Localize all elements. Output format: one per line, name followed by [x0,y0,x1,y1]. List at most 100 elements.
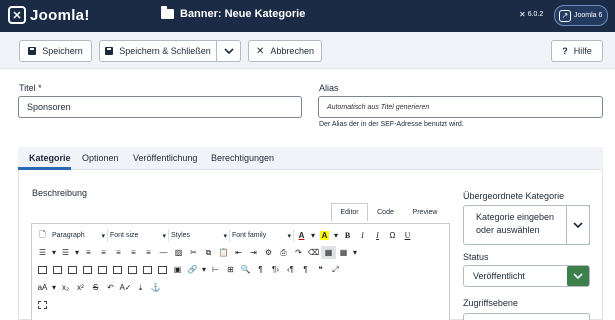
chevron-down-icon[interactable]: ▾ [73,246,81,259]
insert-template-icon[interactable]: ⤓ [133,281,148,294]
cut-icon[interactable]: ✂ [186,246,201,259]
rich-text-editor[interactable]: 🗋 Paragraph ▾ Font size ▾ Styles ▾ Font fam… [31,223,450,320]
horizontal-rule-icon[interactable]: — [156,246,171,259]
spellcheck-icon[interactable]: A✓ [118,281,133,294]
chevron-down-icon [573,272,583,279]
external-link-icon: ↗ [559,9,571,22]
media-icon[interactable]: ▣ [170,263,185,276]
align-center-icon[interactable]: ≡ [111,246,126,259]
top-header: ✕ Joomla! Banner: Neue Kategorie ✕ 6.0.2… [0,0,615,32]
access-level-select[interactable] [463,313,590,320]
editor-toolbar-row: ☰ ▾ ☰ ▾ ≡ ≡ ≡ ≡ ≡ — ▨ ✂ ⧉ 📋 ⇤ ⇥ ⚙ ⎙ ↷ ⌫ … [35,245,359,260]
settings-icon[interactable]: ⚙ [261,246,276,259]
paste-icon[interactable]: 📋 [216,246,231,259]
superscript-icon[interactable]: x² [73,281,88,294]
bold-icon[interactable]: B [340,229,355,242]
help-button[interactable]: ? Hilfe [551,40,603,62]
tab-kategorie[interactable]: Kategorie [29,153,71,163]
alias-input[interactable]: Automatisch aus Titel generieren [318,96,603,118]
save-close-button[interactable]: Speichern & Schließen [99,40,217,62]
font-size-select[interactable]: Font size ▾ [108,229,169,242]
align-right-icon[interactable]: ≡ [126,246,141,259]
align-left-icon[interactable]: ≡ [96,246,111,259]
italic-icon[interactable]: I [355,229,370,242]
status-dropdown-button[interactable] [567,266,589,286]
table-icon[interactable]: ▦ [336,246,351,259]
indent-icon[interactable]: ⇥ [246,246,261,259]
clear-format-icon[interactable]: I [370,229,385,242]
title-input[interactable]: Sponsoren [18,96,302,118]
chevron-down-icon[interactable]: ▾ [351,246,359,259]
cancel-button[interactable]: ✕ Abbrechen [248,40,322,62]
nonbreaking-icon[interactable]: ¶ [298,263,313,276]
joomla-field-icon[interactable] [80,263,95,276]
chevron-down-icon[interactable]: ▾ [50,281,58,294]
search-icon[interactable]: 🔍 [238,263,253,276]
joomla-fieldgroup-icon[interactable] [95,263,110,276]
copy-icon[interactable]: ⧉ [201,246,216,259]
joomla-image-icon[interactable] [35,263,50,276]
joomla-readmore-icon[interactable] [155,263,170,276]
clear-formatting-icon[interactable]: ⌫ [306,246,321,259]
parent-category-dropdown[interactable] [566,205,590,245]
save-button[interactable]: Speichern [19,40,92,62]
tab-optionen[interactable]: Optionen [82,153,119,163]
add-block-icon[interactable] [35,298,50,311]
bullet-list-icon[interactable]: ☰ [58,246,73,259]
joomla-logo[interactable]: ✕ Joomla! [8,6,90,24]
font-case-icon[interactable]: aA [35,281,50,294]
special-character-icon[interactable]: Ω [385,229,400,242]
save-options-dropdown[interactable] [216,40,241,62]
ltr-icon[interactable]: ¶› [268,263,283,276]
anchor-line-icon[interactable]: ⊢ [208,263,223,276]
preview-mode-tab[interactable]: Preview [405,203,445,221]
strikethrough-icon[interactable]: ≡ [81,246,96,259]
code-mode-tab[interactable]: Code [368,203,403,221]
background-color-icon[interactable]: A [317,229,332,242]
subscript-icon[interactable]: x₂ [58,281,73,294]
chevron-down-icon[interactable]: ▾ [332,229,340,242]
title-label: Titel * [19,83,42,93]
align-justify-icon[interactable]: ≡ [141,246,156,259]
numbered-list-icon[interactable]: ☰ [35,246,50,259]
redo-icon[interactable]: ↷ [291,246,306,259]
visual-blocks-icon[interactable]: ▦ [321,246,336,259]
styles-select[interactable]: Styles ▾ [169,229,230,242]
strike-icon[interactable]: S [88,281,103,294]
text-color-icon[interactable]: A [294,229,309,242]
joomla-article-icon[interactable] [50,263,65,276]
paragraph-select[interactable]: Paragraph ▾ [50,229,108,242]
fullscreen-icon[interactable]: ⤢ [328,263,343,276]
save-icon [28,47,37,55]
outdent-icon[interactable]: ⇤ [231,246,246,259]
image-icon[interactable]: ▨ [171,246,186,259]
link-icon[interactable]: 🔗 [185,263,200,276]
rtl-icon[interactable]: ‹¶ [283,263,298,276]
chevron-down-icon: ▾ [101,232,105,240]
chevron-down-icon[interactable]: ▾ [309,229,317,242]
print-icon[interactable]: ⎙ [276,246,291,259]
chevron-down-icon[interactable]: ▾ [200,263,208,276]
blockquote-icon[interactable]: ❝ [313,263,328,276]
chevron-down-icon[interactable]: ▾ [50,246,58,259]
alias-help-text: Der Alias der in der SEF-Adresse benutzt… [319,121,464,128]
joomla-contact-icon[interactable] [65,263,80,276]
tab-veroeffentlichung[interactable]: Veröffentlichung [133,153,197,163]
version-badge[interactable]: ✕ 6.0.2 [519,10,543,19]
joomla-pagebreak-icon[interactable] [140,263,155,276]
help-label: Hilfe [573,46,592,56]
joomla-menu-icon[interactable] [110,263,125,276]
access-level-label: Zugriffsebene [463,298,518,308]
editor-mode-tab[interactable]: Editor [331,203,368,221]
anchor-icon[interactable]: ⚓ [148,281,163,294]
chevron-down-icon [573,221,583,228]
site-link-button[interactable]: ↗ Joomla 6 [554,5,608,26]
font-family-select[interactable]: Font family ▾ [230,229,294,242]
new-document-icon[interactable]: 🗋 [35,229,50,242]
undo-icon[interactable]: ↶ [103,281,118,294]
tab-berechtigungen[interactable]: Berechtigungen [211,153,274,163]
code-sample-icon[interactable]: ⊞ [223,263,238,276]
underline-icon[interactable]: U [400,229,415,242]
show-blocks-icon[interactable]: ¶ [253,263,268,276]
joomla-module-icon[interactable] [125,263,140,276]
